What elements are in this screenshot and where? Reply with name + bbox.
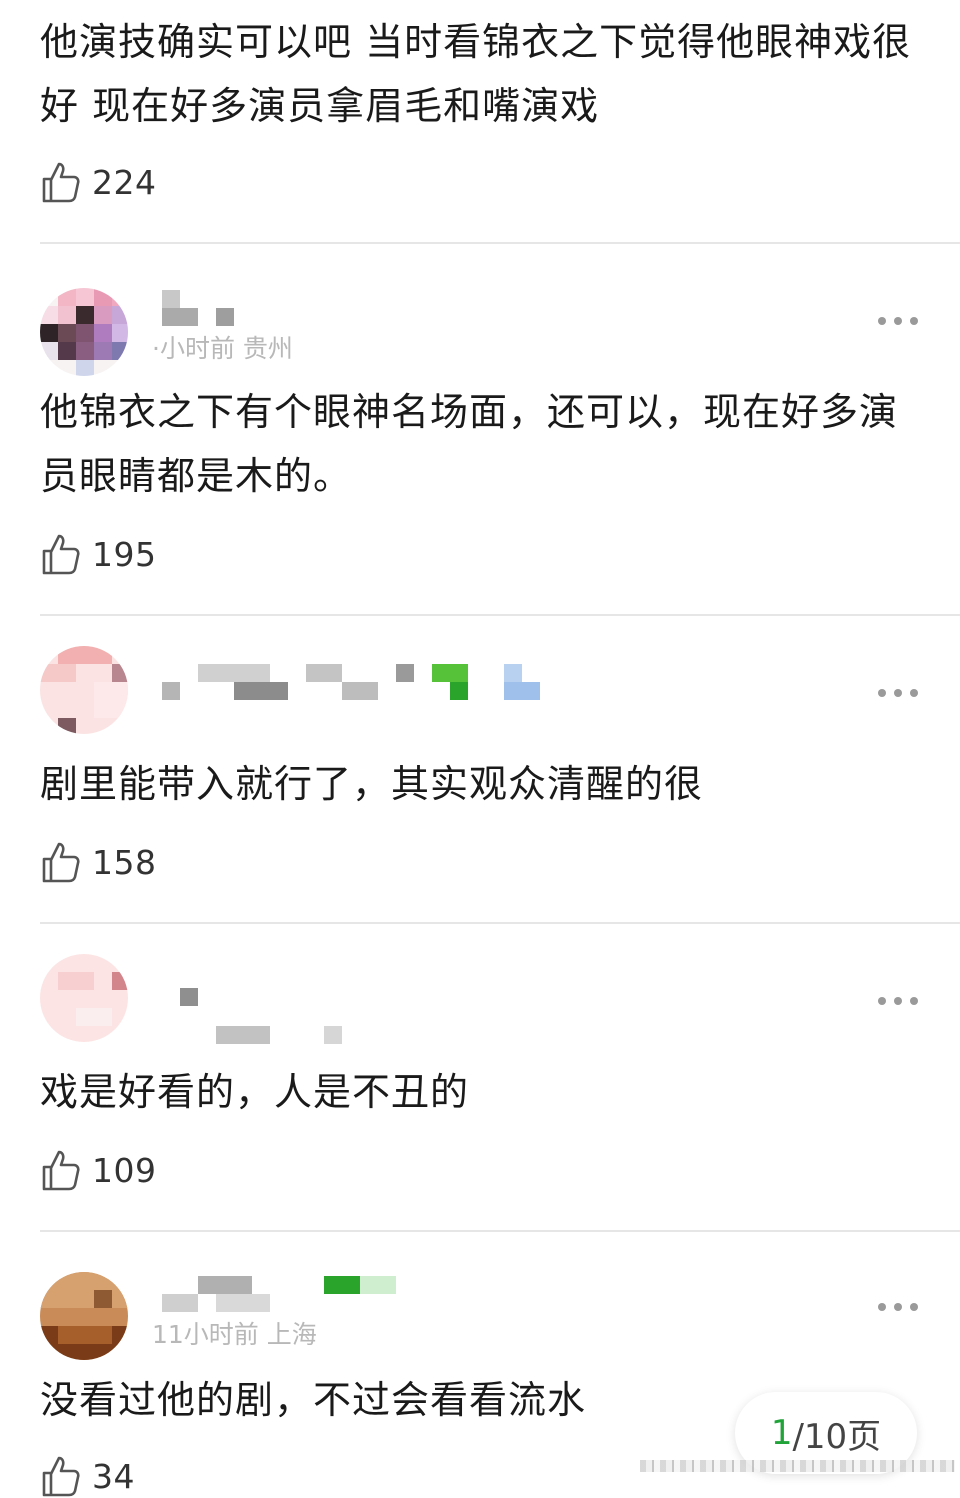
more-dots-icon[interactable] bbox=[878, 994, 918, 1008]
avatar[interactable] bbox=[40, 646, 128, 734]
like-button[interactable]: 195 bbox=[40, 532, 157, 576]
avatar[interactable] bbox=[40, 954, 128, 1042]
more-dots-icon[interactable] bbox=[878, 686, 918, 700]
page-current: 1 bbox=[770, 1413, 793, 1453]
meta-blurred bbox=[324, 1026, 342, 1044]
thumbs-up-icon bbox=[42, 1150, 80, 1191]
blurred-strip bbox=[640, 1460, 955, 1472]
like-button[interactable]: 158 bbox=[40, 840, 157, 884]
thumbs-up-icon bbox=[42, 1456, 80, 1497]
comment-text: 剧里能带入就行了，其实观众清醒的很 bbox=[40, 762, 704, 806]
comment-item: 戏是好看的，人是不丑的 109 bbox=[0, 924, 960, 1230]
like-button[interactable]: 34 bbox=[40, 1454, 135, 1498]
username-blurred[interactable] bbox=[162, 1276, 402, 1312]
comment-text: 他锦衣之下有个眼神名场面，还可以，现在好多演员眼睛都是木的。 bbox=[40, 390, 899, 498]
more-dots-icon[interactable] bbox=[878, 1300, 918, 1314]
avatar[interactable] bbox=[40, 1272, 128, 1360]
like-count: 109 bbox=[92, 1150, 157, 1190]
like-count: 195 bbox=[92, 534, 157, 574]
like-button[interactable]: 224 bbox=[40, 160, 157, 204]
comment-item: 他演技确实可以吧 当时看锦衣之下觉得他眼神戏很好 现在好多演员拿眉毛和嘴演戏 2… bbox=[0, 0, 960, 240]
meta-blurred bbox=[216, 1026, 270, 1044]
comment-meta: ·小时前 贵州 bbox=[152, 334, 293, 363]
comment-item: ·小时前 贵州 他锦衣之下有个眼神名场面，还可以，现在好多演员眼睛都是木的。 1… bbox=[0, 244, 960, 614]
comment-text: 戏是好看的，人是不丑的 bbox=[40, 1070, 470, 1114]
username-blurred[interactable] bbox=[162, 988, 362, 1010]
like-count: 224 bbox=[92, 162, 157, 202]
comment-text: 他演技确实可以吧 当时看锦衣之下觉得他眼神戏很好 现在好多演员拿眉毛和嘴演戏 bbox=[40, 20, 912, 128]
thumbs-up-icon bbox=[42, 162, 80, 203]
thumbs-up-icon bbox=[42, 842, 80, 883]
thumbs-up-icon bbox=[42, 534, 80, 575]
like-count: 158 bbox=[92, 842, 157, 882]
comment-meta: 11小时前 上海 bbox=[152, 1320, 317, 1349]
comment-item: 剧里能带入就行了，其实观众清醒的很 158 bbox=[0, 616, 960, 922]
more-dots-icon[interactable] bbox=[878, 314, 918, 328]
avatar[interactable] bbox=[40, 288, 128, 376]
username-blurred[interactable] bbox=[162, 290, 242, 326]
like-button[interactable]: 109 bbox=[40, 1148, 157, 1192]
username-blurred[interactable] bbox=[162, 664, 542, 700]
page-total: /10页 bbox=[792, 1416, 882, 1457]
